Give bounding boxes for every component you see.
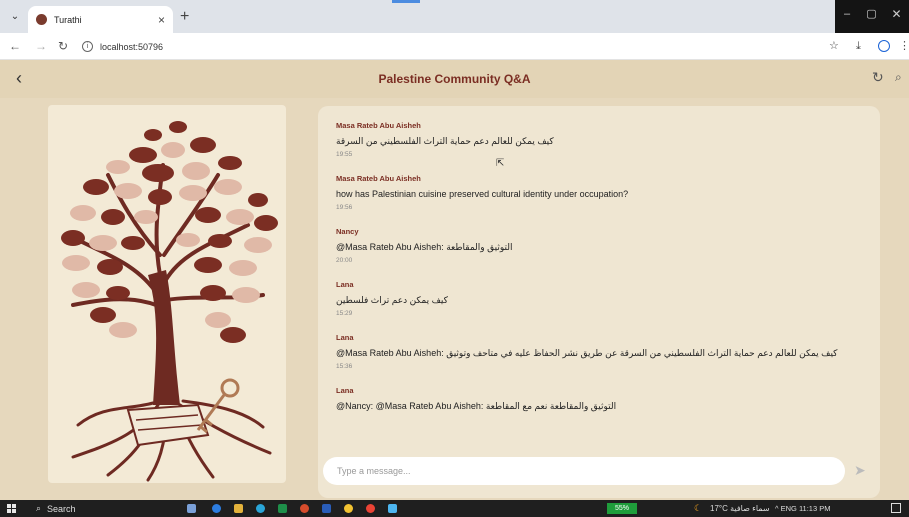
message-sender: Lana	[336, 386, 354, 395]
forward-arrow-icon[interactable]: →	[35, 39, 47, 53]
browser-toolbar: ← → ↻ i localhost:50796 ☆ ⤓ ⋮	[0, 33, 909, 60]
menu-kebab-icon[interactable]: ⋮	[899, 40, 909, 52]
message-sender: Masa Rateb Abu Aisheh	[336, 121, 421, 130]
browser-tab[interactable]: Turathi ×	[28, 6, 173, 33]
task-view-icon[interactable]	[187, 504, 196, 513]
message-text: @Masa Rateb Abu Aisheh: كيف يمكن للعالم …	[336, 348, 838, 358]
message-sender: Masa Rateb Abu Aisheh	[336, 174, 421, 183]
message-text: كيف يمكن للعالم دعم حماية التراث الفلسطي…	[336, 136, 554, 146]
new-tab-button[interactable]: +	[180, 9, 189, 25]
message-time: 15:36	[336, 363, 353, 370]
message-item: Lana @Nancy: @Masa Rateb Abu Aisheh: الت…	[336, 386, 862, 412]
message-item: Lana كيف يمكن دعم تراث فلسطين 15:29	[336, 280, 862, 317]
search-icon[interactable]: ⌕	[895, 70, 902, 84]
notification-icon[interactable]	[891, 503, 901, 513]
bookmark-star-icon[interactable]: ☆	[829, 40, 839, 52]
chat-panel: Masa Rateb Abu Aisheh كيف يمكن للعالم دع…	[318, 106, 880, 498]
chrome-icon[interactable]	[344, 504, 353, 513]
chrome-icon-2[interactable]	[366, 504, 375, 513]
app-container: ‹ Palestine Community Q&A ↻ ⌕ Masa Rateb…	[0, 60, 909, 500]
word-icon[interactable]	[322, 504, 331, 513]
download-icon[interactable]: ⤓	[856, 40, 861, 52]
taskbar-search-icon: ⌕	[36, 503, 42, 513]
taskbar-search-label: Search	[47, 503, 76, 514]
site-info-icon[interactable]: i	[82, 41, 93, 52]
message-text: @Masa Rateb Abu Aisheh: التوثيق والمقاطع…	[336, 242, 513, 252]
reload-icon[interactable]: ↻	[58, 39, 68, 53]
address-bar[interactable]: i localhost:50796	[82, 38, 822, 55]
edge-icon[interactable]	[212, 504, 221, 513]
message-sender: Nancy	[336, 227, 359, 236]
moon-icon: ☾	[694, 503, 703, 513]
refresh-icon[interactable]: ↻	[872, 70, 884, 84]
mouse-cursor-icon: ⇱	[496, 158, 505, 169]
message-list[interactable]: Masa Rateb Abu Aisheh كيف يمكن للعالم دع…	[318, 106, 880, 451]
taskbar-search[interactable]: ⌕ Search	[36, 502, 76, 515]
message-item: Masa Rateb Abu Aisheh how has Palestinia…	[336, 174, 862, 211]
message-composer[interactable]	[323, 457, 845, 485]
tree-illustration-svg	[61, 121, 278, 482]
turathi-favicon-icon	[36, 14, 47, 25]
message-time: 19:56	[336, 204, 353, 211]
battery-indicator[interactable]: 55%	[607, 503, 637, 514]
back-arrow-icon[interactable]: ←	[9, 39, 21, 53]
message-time: 19:55	[336, 151, 353, 158]
send-icon[interactable]: ➤	[854, 462, 866, 478]
tree-of-speech-illustration	[48, 105, 286, 483]
page-title: Palestine Community Q&A	[378, 72, 531, 86]
message-time: 20:00	[336, 257, 353, 264]
message-text: @Nancy: @Masa Rateb Abu Aisheh: التوثيق …	[336, 401, 617, 411]
weather-text[interactable]: 17°C سماء صافية	[710, 502, 770, 515]
vscode-icon[interactable]	[388, 504, 397, 513]
app-header: ‹ Palestine Community Q&A ↻ ⌕	[0, 60, 909, 98]
message-sender: Lana	[336, 333, 354, 342]
message-item: Masa Rateb Abu Aisheh كيف يمكن للعالم دع…	[336, 121, 862, 158]
tab-title: Turathi	[54, 14, 82, 25]
excel-icon[interactable]	[278, 504, 287, 513]
message-sender: Lana	[336, 280, 354, 289]
url-text: localhost:50796	[100, 41, 164, 52]
app-icon-2[interactable]	[300, 504, 309, 513]
system-tray[interactable]: ^ ENG 11:13 PM	[775, 502, 831, 515]
tab-indicator	[392, 0, 420, 3]
profile-icon[interactable]	[878, 40, 890, 55]
message-time: 15:29	[336, 310, 353, 317]
app-icon-1[interactable]	[256, 504, 265, 513]
window-maximize-button[interactable]: ▢	[859, 0, 884, 33]
windows-start-icon[interactable]	[7, 504, 16, 513]
tab-search-chevron-icon[interactable]: ⌄	[8, 10, 22, 24]
os-taskbar: ⌕ Search 55% ☾ 17°C سماء صافية ^ ENG 11:…	[0, 500, 909, 517]
message-input[interactable]	[323, 457, 845, 485]
tab-close-icon[interactable]: ×	[158, 13, 165, 27]
message-item: Nancy @Masa Rateb Abu Aisheh: التوثيق وا…	[336, 227, 862, 264]
message-text: كيف يمكن دعم تراث فلسطين	[336, 295, 448, 305]
window-minimize-button[interactable]: –	[835, 0, 859, 33]
message-text: how has Palestinian cuisine preserved cu…	[336, 189, 629, 199]
file-explorer-icon[interactable]	[234, 504, 243, 513]
browser-tab-bar: ⌄ Turathi × + – ▢ ✕	[0, 0, 909, 33]
window-close-button[interactable]: ✕	[884, 0, 909, 33]
message-item: Lana @Masa Rateb Abu Aisheh: كيف يمكن لل…	[336, 333, 862, 370]
